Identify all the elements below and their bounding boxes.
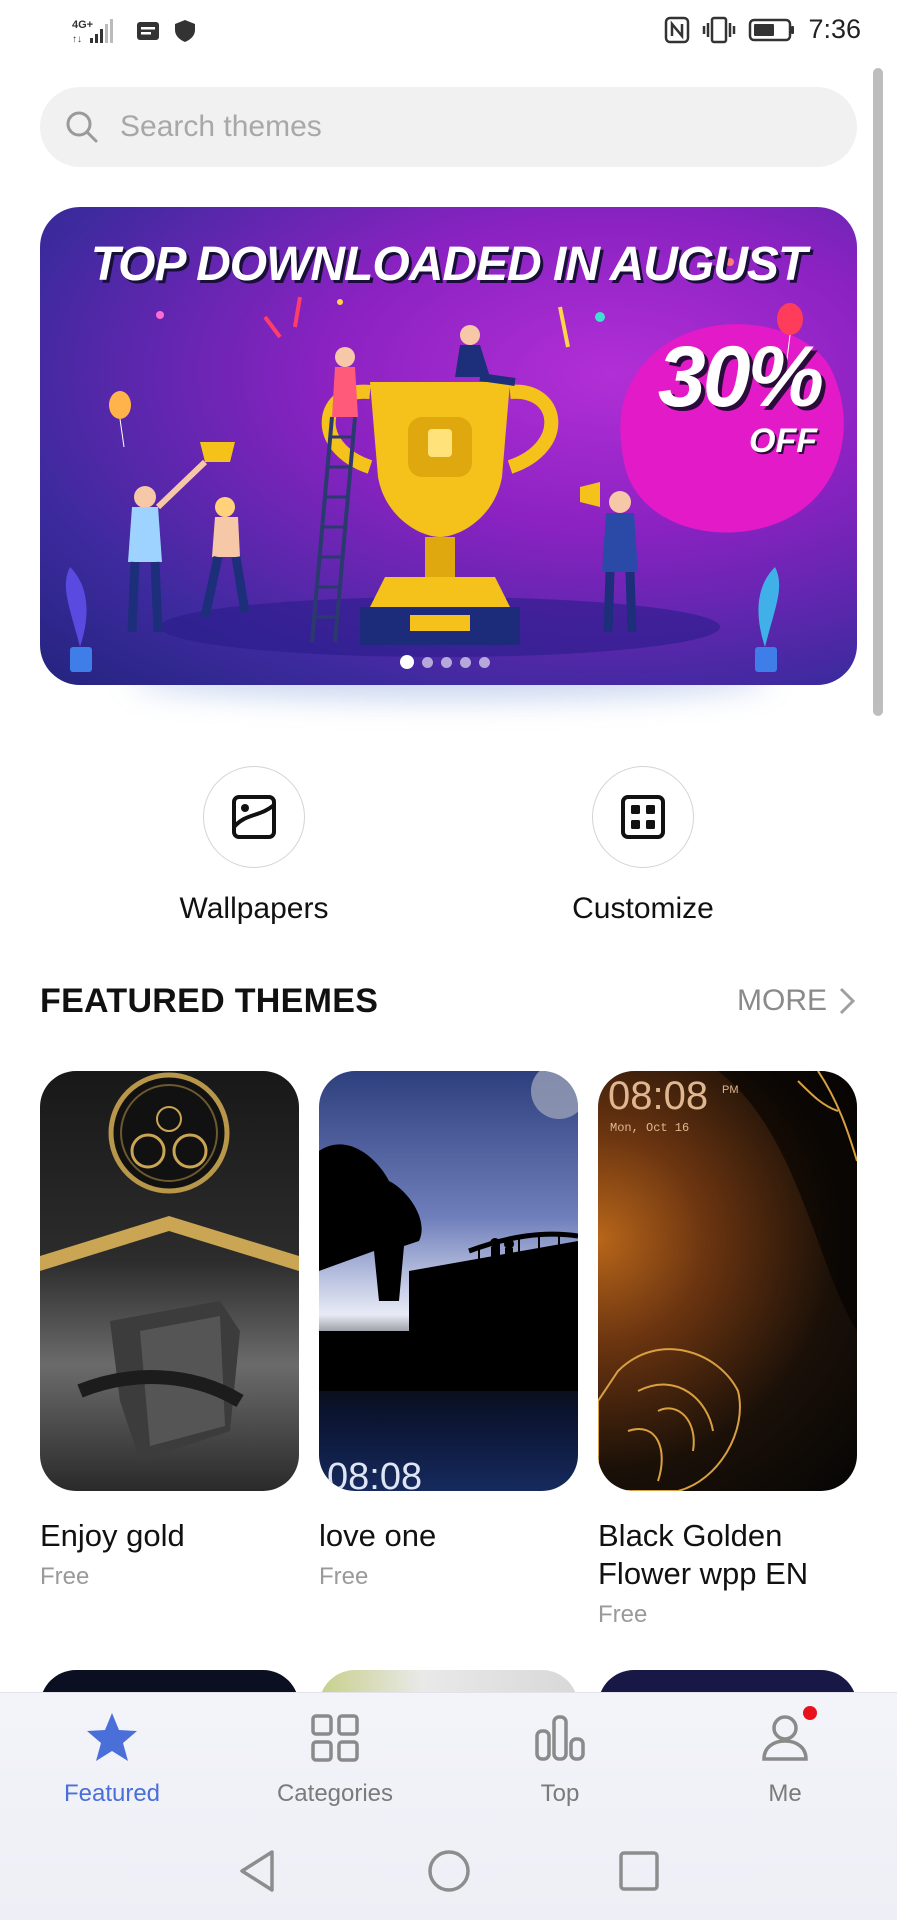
- clock-text: 08:08: [327, 1456, 422, 1491]
- discount-suffix: OFF: [749, 422, 817, 460]
- banner-discount: 30% OFF: [632, 332, 847, 532]
- grid-icon: [305, 1708, 365, 1768]
- nav-label: Me: [768, 1780, 802, 1807]
- battery-icon: [749, 18, 795, 41]
- svg-text:↑↓: ↑↓: [72, 34, 82, 45]
- status-bar: 4G+ ↑↓ 7:36: [0, 0, 897, 64]
- nav-top[interactable]: Top: [470, 1708, 650, 1808]
- nav-featured[interactable]: Featured: [22, 1708, 202, 1808]
- theme-card[interactable]: 08:08 love one Free: [319, 1071, 578, 1591]
- promo-banner[interactable]: TOP DOWNLOADED IN AUGUST 30% OFF: [40, 207, 857, 685]
- nav-me[interactable]: Me: [695, 1706, 875, 1808]
- nfc-icon: [665, 16, 690, 43]
- theme-card[interactable]: 08:08 PM Mon, Oct 16 Black Golden Flower…: [598, 1071, 857, 1629]
- scrollbar[interactable]: [873, 68, 883, 716]
- customize-button[interactable]: [592, 766, 694, 868]
- pagination-dot[interactable]: [422, 656, 433, 668]
- banner-title: TOP DOWNLOADED IN AUGUST: [90, 238, 808, 291]
- svg-text:4G+: 4G+: [72, 19, 93, 31]
- section-title: FEATURED THEMES: [40, 982, 379, 1020]
- banner-pagination: [400, 655, 490, 669]
- search-icon: [66, 111, 98, 143]
- customize-label: Customize: [572, 892, 714, 925]
- shield-icon: [175, 20, 195, 42]
- wallpapers-entry[interactable]: Wallpapers: [154, 766, 354, 926]
- chevron-right-icon: [839, 987, 856, 1015]
- nav-categories[interactable]: Categories: [245, 1708, 425, 1808]
- status-time: 7:36: [808, 14, 861, 44]
- clock-date: Mon, Oct 16: [610, 1121, 689, 1135]
- status-left: 4G+ ↑↓: [72, 16, 196, 46]
- more-label: MORE: [737, 984, 827, 1017]
- notification-badge: [803, 1706, 817, 1720]
- pagination-dot[interactable]: [441, 656, 452, 668]
- vibrate-icon: [703, 16, 736, 43]
- pagination-dot[interactable]: [460, 656, 471, 668]
- search-bar[interactable]: [40, 87, 857, 167]
- wallpapers-label: Wallpapers: [179, 892, 329, 925]
- star-icon: [82, 1708, 142, 1768]
- theme-name: Enjoy gold: [40, 1518, 185, 1553]
- wallpapers-button[interactable]: [203, 766, 305, 868]
- discount-percent: 30%: [657, 329, 824, 425]
- theme-card[interactable]: Enjoy gold Free: [40, 1071, 299, 1591]
- customize-icon: [621, 795, 665, 839]
- theme-thumbnail[interactable]: [40, 1071, 299, 1491]
- theme-price: Free: [40, 1563, 90, 1590]
- person-icon: [755, 1706, 817, 1768]
- recents-icon[interactable]: [614, 1846, 664, 1896]
- theme-name: love one: [319, 1518, 437, 1553]
- pagination-dot[interactable]: [400, 655, 414, 669]
- home-icon[interactable]: [424, 1846, 474, 1896]
- clock-ampm: PM: [722, 1084, 739, 1096]
- theme-price: Free: [319, 1563, 369, 1590]
- back-icon[interactable]: [232, 1846, 282, 1896]
- theme-name: Black Golden Flower wpp EN: [598, 1518, 809, 1591]
- clock-text: 08:08: [608, 1074, 708, 1118]
- search-input[interactable]: [120, 105, 820, 149]
- signal-icon: 4G+ ↑↓: [72, 19, 113, 45]
- wallpaper-icon: [232, 795, 276, 839]
- nav-label: Categories: [276, 1780, 394, 1807]
- theme-price: Free: [598, 1601, 648, 1628]
- theme-thumbnail[interactable]: 08:08: [319, 1071, 578, 1491]
- theme-thumbnail[interactable]: 08:08 PM Mon, Oct 16: [598, 1071, 857, 1491]
- more-link[interactable]: MORE: [737, 984, 857, 1018]
- customize-entry[interactable]: Customize: [543, 766, 743, 926]
- pagination-dot[interactable]: [479, 656, 490, 668]
- status-right: 7:36: [664, 14, 861, 45]
- nav-label: Top: [540, 1780, 580, 1807]
- message-icon: [137, 22, 159, 40]
- bar-chart-icon: [530, 1708, 590, 1768]
- nav-label: Featured: [63, 1780, 161, 1807]
